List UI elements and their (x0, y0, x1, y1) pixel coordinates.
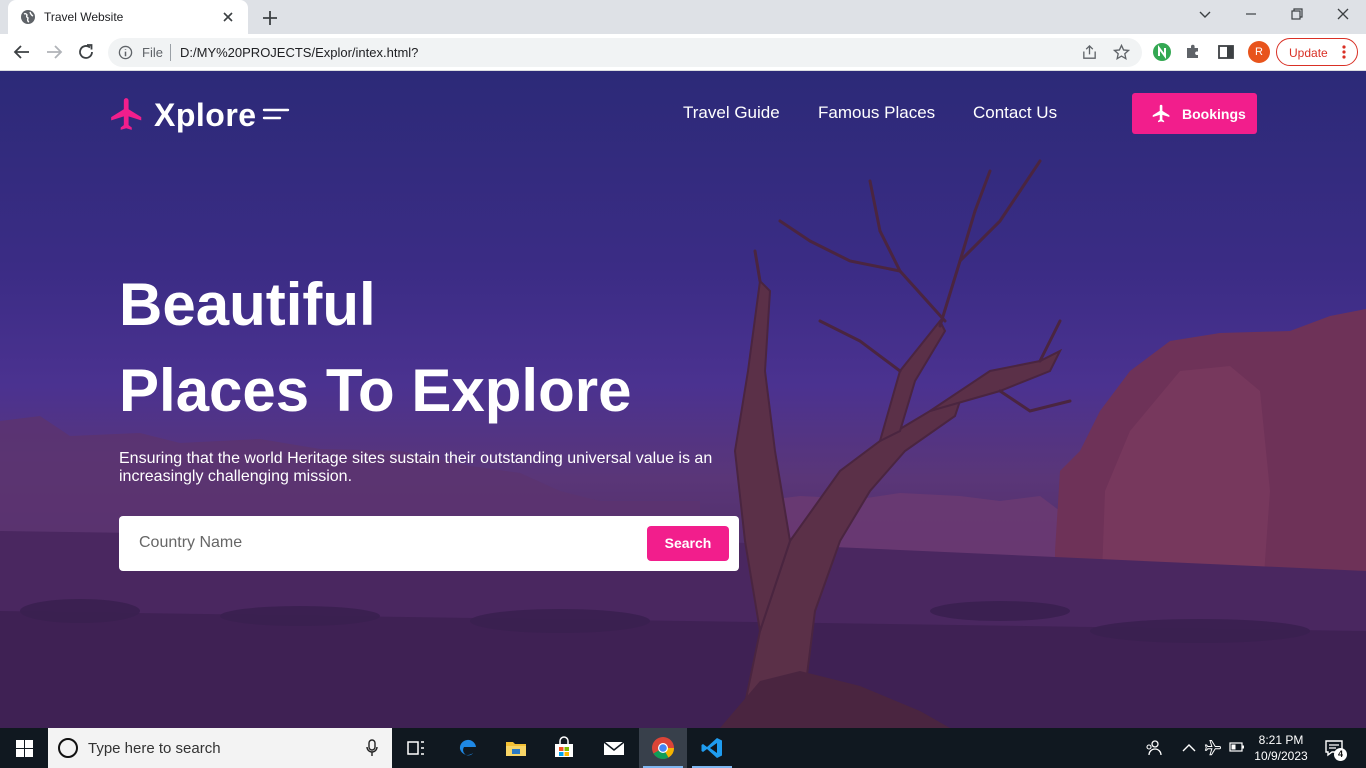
address-bar[interactable]: File D:/MY%20PROJECTS/Explor/intex.html? (108, 38, 1142, 67)
airplane-icon (1152, 104, 1170, 123)
clock-date: 10/9/2023 (1254, 749, 1308, 763)
people-icon[interactable] (1144, 739, 1162, 757)
edge-app-button[interactable] (444, 728, 492, 768)
bookings-button[interactable]: Bookings (1132, 93, 1257, 134)
action-center-button[interactable]: 4 (1324, 738, 1347, 763)
vscode-icon (701, 738, 722, 758)
taskbar-search-box[interactable]: Type here to search (48, 728, 392, 768)
country-search-box: Search (119, 516, 739, 571)
airplane-mode-icon[interactable] (1204, 739, 1222, 757)
microphone-icon[interactable] (366, 739, 378, 757)
system-clock[interactable]: 8:21 PM 10/9/2023 (1250, 732, 1312, 764)
nav-travel-guide[interactable]: Travel Guide (683, 103, 780, 123)
tab-strip: Travel Website (0, 0, 1366, 34)
profile-avatar[interactable]: R (1248, 41, 1270, 63)
search-button[interactable]: Search (647, 526, 729, 561)
windows-taskbar: Type here to search 8:21 PM 10/9/2023 4 (0, 728, 1366, 768)
clock-time: 8:21 PM (1258, 733, 1304, 747)
chevron-down-icon (1199, 11, 1211, 18)
close-icon (1337, 8, 1349, 20)
hero-headline-line-1: Beautiful (119, 271, 376, 338)
start-button[interactable] (0, 728, 48, 768)
close-window-button[interactable] (1320, 0, 1366, 30)
side-panel-icon[interactable] (1216, 42, 1236, 62)
globe-icon (21, 10, 35, 24)
restore-icon (1291, 8, 1303, 20)
bookmark-star-icon[interactable] (1113, 44, 1130, 61)
menu-lines-icon[interactable] (262, 107, 290, 121)
tab-search-button[interactable] (1182, 0, 1228, 30)
minimize-icon (1246, 13, 1256, 15)
share-icon[interactable] (1081, 44, 1098, 61)
notification-count: 4 (1334, 748, 1347, 761)
hero-headline-line-2: Places To Explore (119, 357, 632, 424)
battery-icon[interactable] (1229, 741, 1245, 753)
tab-title: Travel Website (44, 10, 124, 24)
cortana-icon (58, 738, 78, 758)
mail-icon (603, 741, 625, 755)
brand-name: Xplore (154, 97, 257, 133)
more-vertical-icon (1342, 45, 1346, 59)
url-text[interactable]: D:/MY%20PROJECTS/Explor/intex.html? (180, 45, 418, 60)
omnibox-divider (170, 44, 171, 61)
update-label: Update (1289, 46, 1328, 60)
forward-arrow-icon[interactable] (42, 40, 66, 64)
windows-logo-icon (16, 740, 33, 757)
reload-icon[interactable] (74, 40, 98, 64)
extensions-puzzle-icon[interactable] (1183, 42, 1203, 62)
update-button[interactable]: Update (1276, 38, 1358, 66)
bookings-label: Bookings (1182, 106, 1246, 122)
vscode-app-button[interactable] (688, 728, 736, 768)
folder-icon (506, 742, 526, 756)
task-view-icon (407, 741, 424, 755)
close-tab-icon[interactable] (218, 7, 238, 27)
taskbar-search-placeholder: Type here to search (88, 740, 221, 757)
info-icon[interactable] (118, 45, 133, 60)
chrome-app-button[interactable] (639, 728, 687, 768)
file-explorer-app-button[interactable] (492, 728, 540, 768)
extension-icon[interactable] (1153, 43, 1171, 61)
back-arrow-icon[interactable] (10, 40, 34, 64)
scheme-label: File (142, 45, 163, 60)
country-search-input[interactable] (139, 528, 619, 558)
hero-subtext: Ensuring that the world Heritage sites s… (119, 450, 713, 485)
task-view-button[interactable] (392, 728, 440, 768)
chrome-icon (652, 737, 674, 759)
mail-app-button[interactable] (590, 728, 638, 768)
edge-icon (459, 739, 476, 756)
nav-contact-us[interactable]: Contact Us (973, 103, 1057, 123)
chevron-up-icon[interactable] (1182, 742, 1196, 754)
minimize-button[interactable] (1228, 0, 1274, 30)
browser-tab[interactable]: Travel Website (8, 0, 248, 34)
nav-famous-places[interactable]: Famous Places (818, 103, 935, 123)
airplane-icon (111, 98, 142, 130)
store-bag-icon (555, 736, 573, 757)
store-app-button[interactable] (540, 728, 588, 768)
new-tab-icon[interactable] (258, 6, 282, 30)
hero-section: Xplore Travel Guide Famous Places Contac… (0, 71, 1366, 728)
restore-button[interactable] (1274, 0, 1320, 30)
